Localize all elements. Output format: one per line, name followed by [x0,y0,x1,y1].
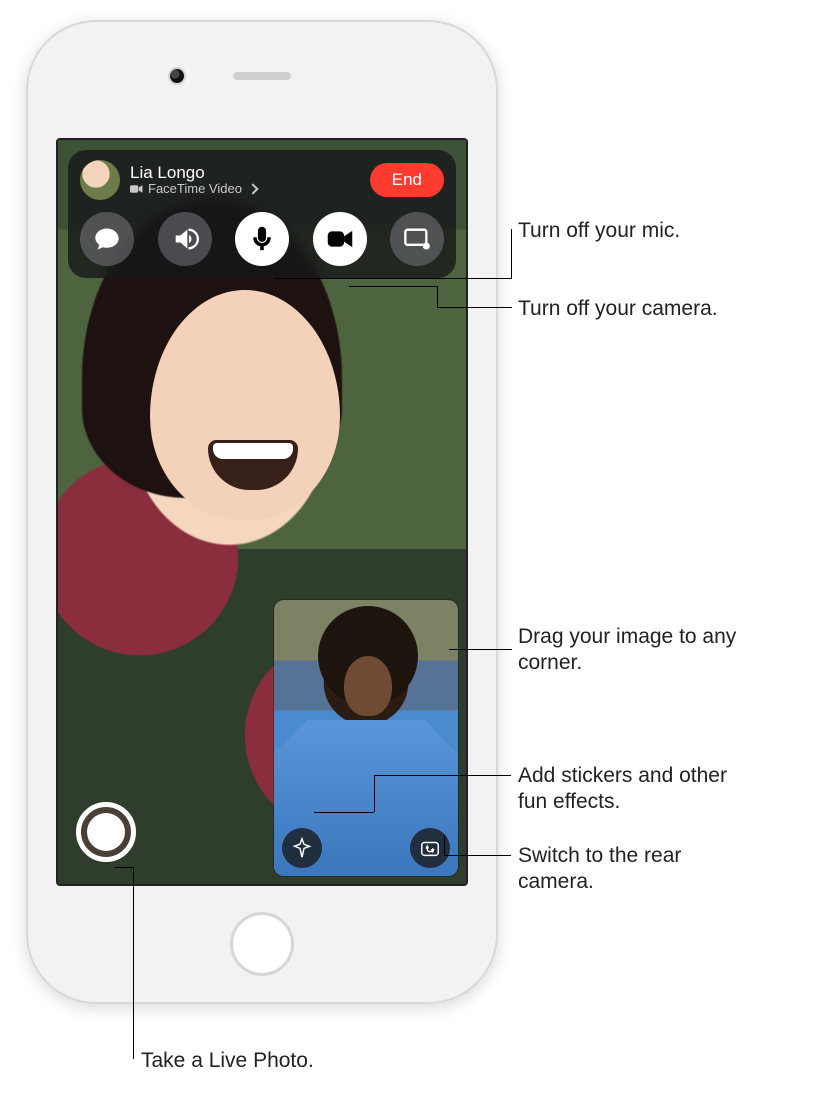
callout-drag: Drag your image to any corner. [518,624,738,677]
flip-camera-icon [419,837,441,859]
video-camera-icon [326,225,354,253]
share-screen-icon [403,225,431,253]
messages-icon [93,225,121,253]
camera-toggle-button[interactable] [313,212,367,266]
microphone-icon [248,225,276,253]
call-info[interactable]: Lia Longo FaceTime Video [130,164,360,197]
lead-effects-h1 [314,812,374,813]
lead-shutter-v [133,867,134,1059]
call-header: Lia Longo FaceTime Video End [80,160,444,200]
effects-button[interactable] [282,828,322,868]
callout-camera: Turn off your camera. [518,296,718,322]
call-status-text: FaceTime Video [148,181,242,196]
callout-flip: Switch to the rear camera. [518,843,738,896]
avatar[interactable] [80,160,120,200]
lead-mic [274,278,512,279]
lead-flip-v [444,835,445,855]
lead-camera-h1 [349,286,437,287]
call-status: FaceTime Video [130,181,360,196]
callout-mic: Turn off your mic. [518,218,680,244]
call-controls-card: Lia Longo FaceTime Video End [68,150,456,278]
share-screen-button[interactable] [390,212,444,266]
lead-effects-v [374,775,375,812]
device-frame: Lia Longo FaceTime Video End [26,20,498,1004]
self-view-pip[interactable] [274,600,458,876]
control-row [80,212,444,266]
chevron-right-icon [247,181,257,196]
lead-camera-v [437,286,438,307]
callout-effects: Add stickers and other fun effects. [518,763,748,816]
lead-flip [444,855,511,856]
live-photo-shutter[interactable] [76,802,136,862]
speaker-button[interactable] [158,212,212,266]
effects-star-icon [291,837,313,859]
video-icon [130,184,143,194]
lead-drag [449,649,512,650]
remote-teeth [213,443,293,459]
lead-effects-h2 [374,775,511,776]
screen: Lia Longo FaceTime Video End [56,138,468,886]
mute-button[interactable] [235,212,289,266]
lead-mic-v [511,229,512,278]
caller-name: Lia Longo [130,164,360,182]
pip-face [344,656,392,716]
messages-button[interactable] [80,212,134,266]
callout-shutter: Take a Live Photo. [141,1048,314,1074]
home-button[interactable] [230,912,294,976]
lead-shutter-h [115,867,133,868]
speaker-slot [233,72,291,80]
lead-camera-h2 [437,307,512,308]
speaker-icon [171,225,199,253]
end-call-button[interactable]: End [370,163,444,197]
front-camera-dot [170,69,184,83]
